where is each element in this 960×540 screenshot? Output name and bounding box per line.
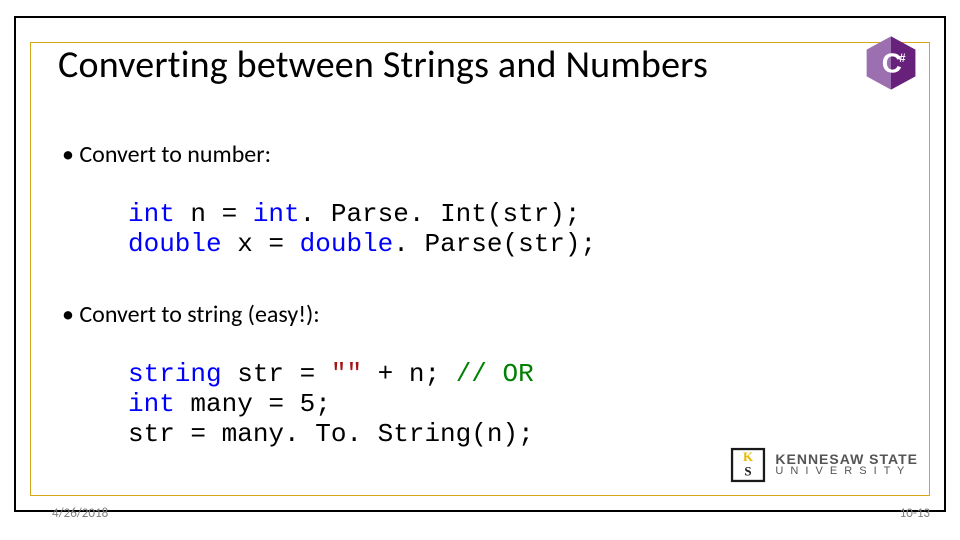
code-block-to-number: int n = int. Parse. Int(str);double x = … (128, 200, 596, 260)
code-text: many = 5; (175, 389, 331, 419)
code-keyword: int (128, 389, 175, 419)
ksu-line1: KENNESAW STATE (775, 453, 918, 466)
code-keyword: double (128, 229, 222, 259)
slide: Converting between Strings and Numbers C… (0, 0, 960, 540)
code-keyword: string (128, 359, 222, 389)
code-block-to-string: string str = "" + n; // OR int many = 5;s… (128, 360, 534, 450)
bullet-convert-to-number: • Convert to number: (62, 140, 271, 169)
code-comment: // OR (456, 359, 534, 389)
code-text: str = (222, 359, 331, 389)
code-keyword: int (128, 199, 175, 229)
ksu-wordmark: KENNESAW STATE U N I V E R S I T Y (775, 453, 918, 477)
code-keyword: double (300, 229, 394, 259)
code-text: . Parse(str); (393, 229, 596, 259)
code-keyword: int (253, 199, 300, 229)
svg-text:#: # (899, 52, 906, 65)
code-text: str = many. To. String(n); (128, 419, 534, 449)
svg-text:K: K (743, 449, 753, 464)
svg-text:S: S (745, 464, 752, 479)
footer-date: 4/26/2018 (52, 506, 108, 521)
bullet-convert-to-string: • Convert to string (easy!): (62, 300, 320, 329)
csharp-logo-icon: C # (862, 34, 920, 92)
code-text: + n; (362, 359, 456, 389)
page-title: Converting between Strings and Numbers (58, 42, 708, 88)
code-string: "" (331, 359, 362, 389)
footer-page: 10-13 (900, 506, 930, 521)
code-text: . Parse. Int(str); (300, 199, 581, 229)
ksu-line2: U N I V E R S I T Y (775, 466, 918, 476)
code-text: n = (175, 199, 253, 229)
ksu-logo: K S KENNESAW STATE U N I V E R S I T Y (729, 446, 918, 484)
ksu-crest-icon: K S (729, 446, 767, 484)
code-text: x = (222, 229, 300, 259)
